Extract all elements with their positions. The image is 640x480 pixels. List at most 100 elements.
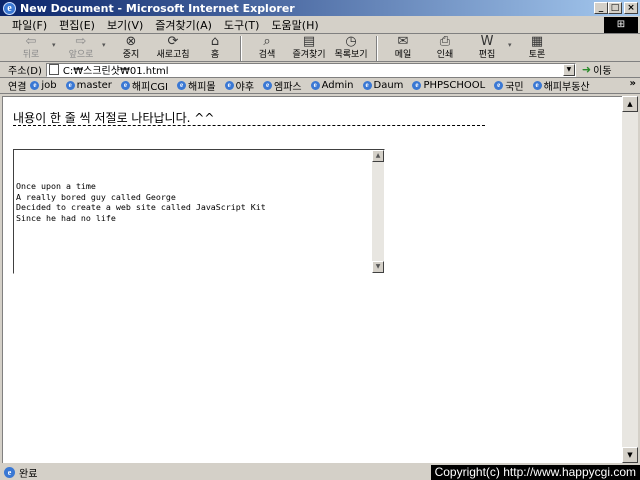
- copyright-watermark: Copyright(c) http://www.happycgi.com: [430, 465, 640, 480]
- link-happymall[interactable]: e 해피몰: [177, 78, 216, 93]
- ie-page-icon: e: [362, 81, 372, 90]
- forward-label: 앞으로: [68, 50, 94, 60]
- print-label: 인쇄: [436, 50, 454, 60]
- page-heading: 내용이 한 줄 씩 저절로 나타납니다. ^^: [13, 111, 215, 125]
- ie-page-icon: e: [532, 81, 542, 90]
- back-label: 뒤로: [22, 50, 40, 60]
- search-button[interactable]: ⌕ 검색: [246, 35, 288, 62]
- title-bar[interactable]: e New Document - Microsoft Internet Expl…: [0, 0, 640, 16]
- page-scroll-down-icon[interactable]: ▼: [622, 447, 638, 463]
- mail-button[interactable]: ✉ 메일: [382, 35, 424, 62]
- go-label: 이동: [593, 66, 612, 77]
- address-label: 주소(D): [8, 66, 42, 77]
- refresh-label: 새로고침: [156, 50, 190, 60]
- ie-page-icon: e: [177, 81, 187, 90]
- link-phpschool[interactable]: e PHPSCHOOL: [412, 80, 485, 91]
- window-title: New Document - Microsoft Internet Explor…: [20, 1, 295, 15]
- history-button[interactable]: ◷ 목록보기: [330, 35, 372, 62]
- link-label: 야후: [235, 82, 255, 93]
- page-scrollbar[interactable]: ▲ ▼: [622, 96, 638, 463]
- window-controls: _ □ ×: [594, 2, 638, 14]
- menu-view[interactable]: 보기(V): [101, 17, 149, 33]
- page-scroll-up-icon[interactable]: ▲: [622, 96, 638, 112]
- toolbar-separator: [240, 36, 242, 61]
- address-input[interactable]: C:₩스크린샷₩01.html ▼: [45, 62, 576, 77]
- address-dropdown-icon[interactable]: ▼: [562, 63, 575, 76]
- forward-button[interactable]: ⇨ 앞으로: [60, 35, 102, 62]
- edit-button[interactable]: W 편집: [466, 35, 508, 62]
- links-more-chevron-icon[interactable]: »: [630, 78, 636, 89]
- address-value[interactable]: C:₩스크린샷₩01.html: [63, 62, 169, 77]
- mail-label: 메일: [394, 50, 412, 60]
- favorites-label: 즐겨찾기: [292, 50, 326, 60]
- standard-toolbar: ⇦ 뒤로 ▾ ⇨ 앞으로 ▾ ⊗ 중지 ⟳ 새로고침 ⌂ 홈 ⌕ 검색 ▤ 즐겨…: [0, 35, 640, 62]
- stop-button[interactable]: ⊗ 중지: [110, 35, 152, 62]
- links-bar: 연결 e job e master e 해피CGI e 해피몰 e 야후 e 엠파스 e Ad…: [0, 78, 640, 94]
- forward-arrow-icon: ⇨: [75, 34, 87, 49]
- menu-bar: 파일(F) 편집(E) 보기(V) 즐겨찾기(A) 도구(T) 도움말(H): [0, 16, 640, 34]
- discuss-button[interactable]: ▦ 토론: [516, 35, 558, 62]
- scrolling-textarea[interactable]: Once upon a time A really bored guy call…: [13, 149, 385, 274]
- link-daum[interactable]: e Daum: [362, 80, 404, 91]
- ie-logo-icon[interactable]: e: [3, 1, 16, 15]
- edit-dropdown-icon[interactable]: ▾: [508, 41, 516, 49]
- ie-page-icon: e: [494, 81, 504, 90]
- link-master[interactable]: e master: [65, 80, 112, 91]
- close-button[interactable]: ×: [624, 2, 638, 14]
- toolbar-separator: [376, 36, 378, 61]
- textarea-text[interactable]: Once upon a time A really bored guy call…: [14, 150, 372, 273]
- refresh-button[interactable]: ⟳ 새로고침: [152, 35, 194, 62]
- menu-edit[interactable]: 편집(E): [53, 17, 101, 33]
- link-label: 해피CGI: [131, 82, 169, 93]
- ie-page-icon: e: [65, 81, 75, 90]
- refresh-icon: ⟳: [167, 34, 179, 49]
- back-button[interactable]: ⇦ 뒤로: [10, 35, 52, 62]
- menu-favorites[interactable]: 즐겨찾기(A): [149, 17, 218, 33]
- print-button[interactable]: ⎙ 인쇄: [424, 35, 466, 62]
- link-happycgi[interactable]: e 해피CGI: [120, 78, 169, 93]
- edit-document-icon: W: [480, 34, 494, 49]
- textarea-scrollbar[interactable]: ▲ ▼: [372, 150, 384, 273]
- link-label: PHPSCHOOL: [423, 80, 486, 91]
- link-yahoo[interactable]: e 야후: [224, 78, 255, 93]
- discuss-icon: ▦: [530, 34, 544, 49]
- links-label: 연결: [8, 82, 27, 93]
- status-text: 완료: [19, 468, 38, 480]
- address-bar: 주소(D) C:₩스크린샷₩01.html ▼ ➜ 이동: [0, 62, 640, 78]
- link-job[interactable]: e job: [30, 80, 57, 91]
- ie-page-icon: e: [263, 81, 273, 90]
- back-dropdown-icon[interactable]: ▾: [52, 41, 60, 49]
- go-button[interactable]: ➜ 이동: [582, 62, 612, 77]
- link-empas[interactable]: e 엠파스: [263, 78, 302, 93]
- ie-status-icon: e: [4, 466, 15, 478]
- minimize-button[interactable]: _: [594, 2, 608, 14]
- favorites-button[interactable]: ▤ 즐겨찾기: [288, 35, 330, 62]
- menu-file[interactable]: 파일(F): [6, 17, 53, 33]
- forward-dropdown-icon[interactable]: ▾: [102, 41, 110, 49]
- scroll-down-arrow-icon[interactable]: ▼: [372, 261, 384, 273]
- link-happy-realestate[interactable]: e 해피부동산: [532, 78, 590, 93]
- windows-logo-icon: ⊞: [604, 17, 638, 33]
- link-label: 국민: [505, 82, 524, 93]
- link-kookmin[interactable]: e 국민: [494, 78, 524, 93]
- link-admin[interactable]: e Admin: [310, 80, 354, 91]
- menu-tools[interactable]: 도구(T): [218, 17, 266, 33]
- dashed-divider: [13, 125, 485, 126]
- maximize-button[interactable]: □: [608, 2, 622, 14]
- printer-icon: ⎙: [439, 34, 451, 49]
- ie-page-icon: e: [30, 81, 40, 90]
- mail-icon: ✉: [397, 34, 409, 49]
- menu-help[interactable]: 도움말(H): [265, 17, 324, 33]
- favorites-folder-icon: ▤: [302, 34, 316, 49]
- stop-label: 중지: [122, 50, 140, 60]
- link-label: 해피몰: [188, 82, 216, 93]
- link-label: master: [76, 80, 112, 91]
- home-icon: ⌂: [210, 34, 220, 49]
- home-button[interactable]: ⌂ 홈: [194, 35, 236, 62]
- history-icon: ◷: [345, 34, 357, 49]
- search-label: 검색: [258, 50, 276, 60]
- link-label: 엠파스: [274, 82, 302, 93]
- link-label: Daum: [373, 80, 404, 91]
- discuss-label: 토론: [528, 50, 546, 60]
- scroll-up-arrow-icon[interactable]: ▲: [372, 150, 384, 162]
